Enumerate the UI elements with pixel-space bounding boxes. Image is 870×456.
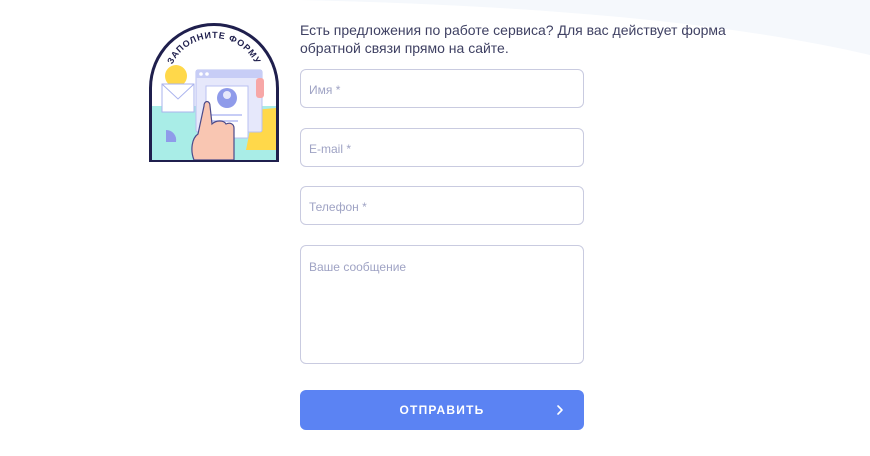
email-input[interactable]: E-mail *: [300, 128, 584, 167]
chevron-right-icon: [557, 405, 563, 415]
submit-button[interactable]: ОТПРАВИТЬ: [300, 390, 584, 430]
submit-label: ОТПРАВИТЬ: [399, 403, 485, 417]
name-input[interactable]: Имя *: [300, 69, 584, 108]
email-placeholder: E-mail *: [309, 142, 352, 156]
message-placeholder: Ваше сообщение: [309, 260, 407, 274]
name-placeholder: Имя *: [309, 83, 341, 97]
intro-text: Есть предложения по работе сервиса? Для …: [300, 22, 726, 56]
fill-form-badge: ЗАПОЛНИТЕ ФОРМУ: [149, 23, 279, 162]
phone-placeholder: Телефон *: [309, 200, 367, 214]
phone-input[interactable]: Телефон *: [300, 186, 584, 225]
message-textarea[interactable]: Ваше сообщение: [300, 245, 584, 364]
